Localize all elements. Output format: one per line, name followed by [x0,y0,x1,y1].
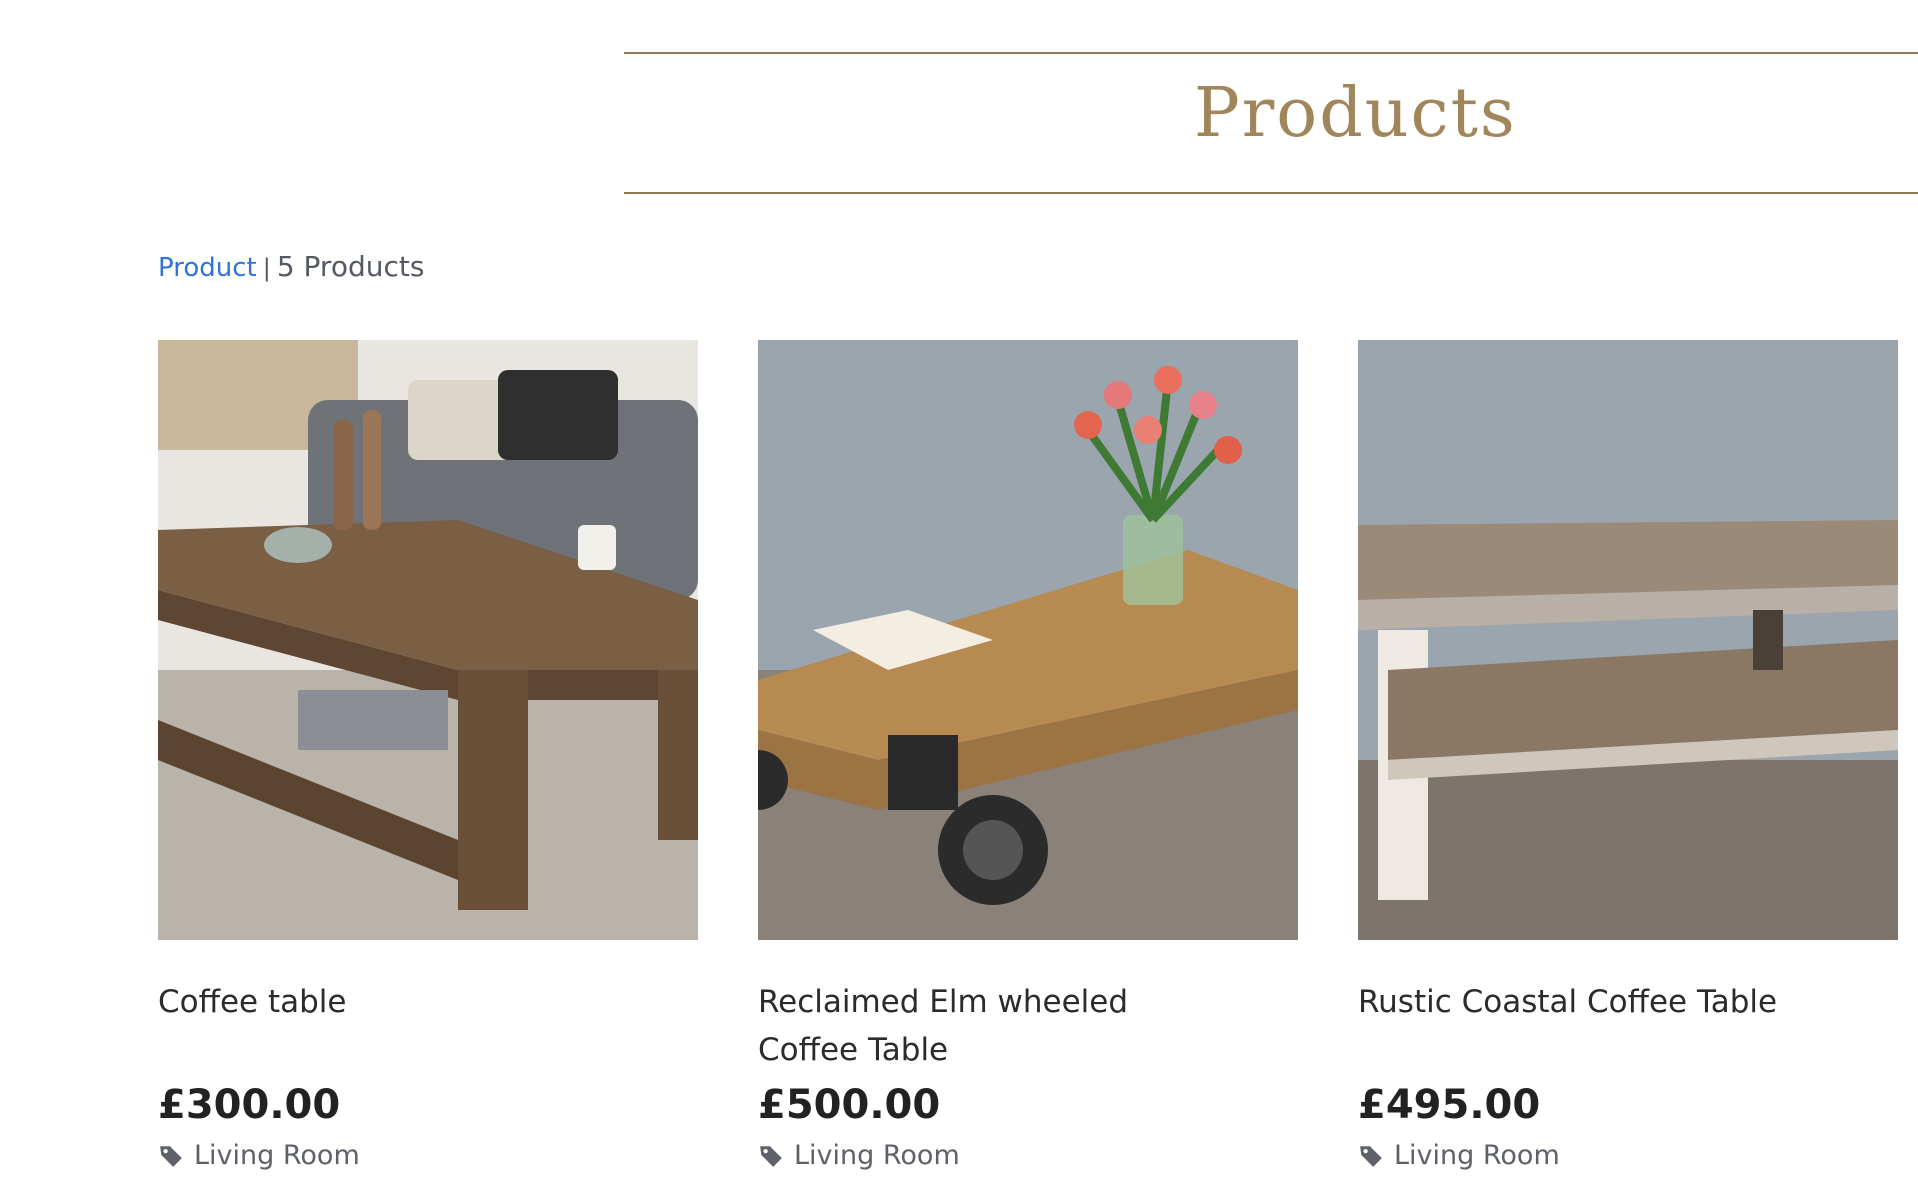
product-price: £495.00 [1358,1082,1541,1128]
product-category[interactable]: Living Room [158,1140,698,1171]
product-price: £500.00 [758,1082,941,1128]
product-image[interactable] [158,340,698,940]
product-card[interactable]: Rustic Coastal Coffee Table £495.00 Livi… [1358,340,1898,1171]
product-card[interactable]: Reclaimed Elm wheeled Coffee Table £500.… [758,340,1298,1171]
product-count: 5 Products [276,250,425,283]
product-card[interactable]: Coffee table £300.00 Living Room [158,340,698,1171]
product-category[interactable]: Living Room [1358,1140,1898,1171]
tag-icon [1360,1145,1382,1167]
product-category-label: Living Room [194,1140,360,1171]
breadcrumb-product-link[interactable]: Product [158,253,257,283]
product-name[interactable]: Rustic Coastal Coffee Table [1358,978,1778,1082]
breadcrumb-separator: | [262,254,271,282]
product-image[interactable] [758,340,1298,940]
product-category[interactable]: Living Room [758,1140,1298,1171]
page-header: Products [624,52,1918,194]
product-price: £300.00 [158,1082,341,1128]
product-category-label: Living Room [1394,1140,1560,1171]
breadcrumb: Product | 5 Products [158,250,424,283]
product-category-label: Living Room [794,1140,960,1171]
tag-icon [760,1145,782,1167]
product-name[interactable]: Coffee table [158,978,578,1082]
tag-icon [160,1145,182,1167]
page-title: Products [1194,74,1517,153]
product-image[interactable] [1358,340,1898,940]
product-name[interactable]: Reclaimed Elm wheeled Coffee Table [758,978,1178,1082]
